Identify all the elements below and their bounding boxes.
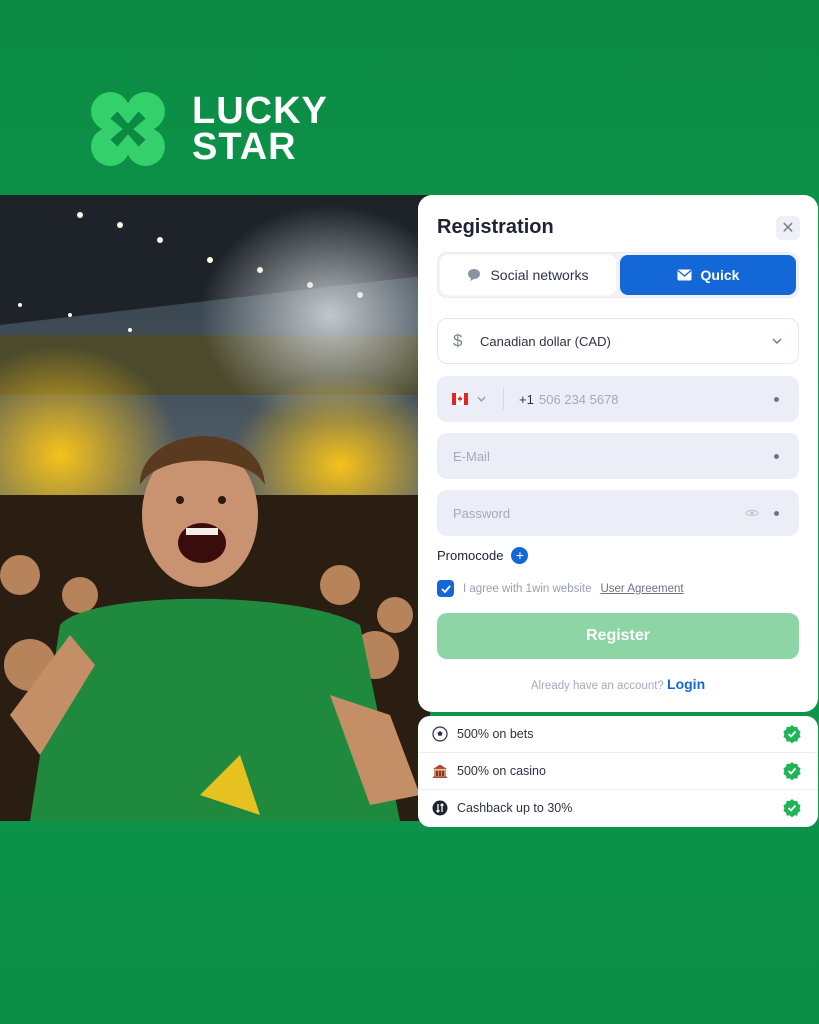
brand-logo: LUCKY STAR (84, 84, 328, 174)
envelope-icon (677, 269, 692, 281)
promocode-label: Promocode (437, 548, 504, 563)
phone-country-code: +1 (519, 391, 534, 407)
currency-value: Canadian dollar (CAD) (480, 333, 611, 349)
bonus-item: 500% on casino (418, 753, 818, 789)
chevron-down-icon (477, 396, 486, 402)
hero-fan-photo (0, 195, 430, 821)
user-agreement-link[interactable]: User Agreement (600, 583, 683, 595)
phone-divider (503, 388, 504, 410)
required-dot (774, 453, 779, 459)
brand-name: LUCKY STAR (192, 90, 328, 168)
password-field[interactable]: Password (437, 490, 799, 536)
phone-field[interactable]: +1 506 234 5678 (437, 376, 799, 422)
currency-symbol: $ (453, 331, 463, 350)
login-link[interactable]: Login (667, 676, 705, 692)
tab-quick[interactable]: Quick (620, 255, 796, 295)
checkmark-icon (440, 584, 451, 593)
currency-select[interactable]: $ Canadian dollar (CAD) (437, 318, 799, 364)
canada-flag-icon (452, 393, 468, 405)
register-button[interactable]: Register (437, 613, 799, 659)
bonus-label: 500% on bets (457, 727, 534, 741)
registration-tabs: Social networks Quick (437, 252, 799, 298)
soccer-ball-icon (432, 726, 448, 742)
tab-social-networks[interactable]: Social networks (440, 255, 616, 295)
bonus-list: 500% on bets 500% on casino Cashback up … (418, 716, 818, 827)
cashback-icon (432, 800, 448, 816)
chat-bubble-icon (468, 269, 481, 281)
casino-icon (433, 764, 447, 778)
verified-check-icon (783, 799, 801, 818)
brand-line-2: STAR (192, 126, 297, 168)
promocode-toggle[interactable]: Promocode + (437, 547, 529, 564)
close-icon: ✕ (781, 220, 795, 237)
tab-social-networks-label: Social networks (490, 267, 589, 283)
bonus-item: Cashback up to 30% (418, 790, 818, 826)
bonus-label: Cashback up to 30% (457, 801, 573, 815)
chevron-down-icon (772, 338, 782, 344)
brand-line-1: LUCKY (192, 90, 328, 132)
country-select[interactable] (452, 393, 486, 405)
required-dot (774, 510, 779, 516)
registration-title: Registration (437, 216, 554, 238)
clover-logo-icon (91, 92, 165, 166)
required-dot (774, 396, 779, 402)
email-field[interactable]: E-Mail (437, 433, 799, 479)
eye-icon[interactable] (745, 508, 759, 518)
bonus-label: 500% on casino (457, 764, 546, 778)
registration-panel: Registration ✕ Social networks Quick $ C… (418, 195, 818, 712)
email-input[interactable]: E-Mail (453, 449, 490, 464)
close-button[interactable]: ✕ (776, 216, 800, 240)
password-input[interactable]: Password (453, 506, 510, 521)
tab-quick-label: Quick (700, 267, 740, 283)
verified-check-icon (783, 725, 801, 744)
agreement-row: I agree with 1win website User Agreement (437, 580, 684, 597)
verified-check-icon (783, 762, 801, 781)
phone-input[interactable]: 506 234 5678 (539, 392, 619, 407)
bonus-item: 500% on bets (418, 716, 818, 752)
login-prompt: Already have an account? Login (418, 676, 818, 692)
plus-icon[interactable]: + (511, 547, 529, 564)
agreement-checkbox[interactable] (437, 580, 454, 597)
already-text: Already have an account? (530, 680, 664, 692)
agreement-text: I agree with 1win website (463, 582, 592, 595)
